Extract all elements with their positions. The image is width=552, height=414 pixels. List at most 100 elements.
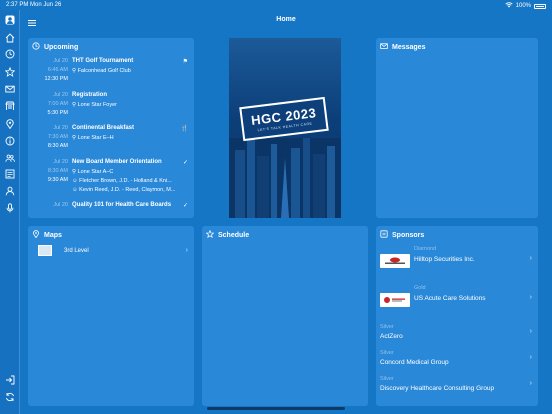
status-bar: 2:37 PM Mon Jun 26 100%	[0, 0, 552, 10]
chevron-right-icon: ›	[529, 354, 532, 361]
event-location: ⚲ Falconhead Golf Club	[72, 68, 131, 74]
maps-card: Maps 3rd Level ›	[28, 226, 194, 406]
event-speaker: ☺ Fletcher Brown, J.D. - Holland & Kni..…	[72, 178, 172, 184]
event-date: Jul 20	[53, 125, 68, 131]
sponsor-item[interactable]: Silver Concord Medical Group ›	[376, 350, 538, 372]
map-pin-icon[interactable]	[4, 118, 16, 130]
exhibitor-icon[interactable]	[4, 100, 16, 112]
check-icon: ✓	[182, 203, 188, 209]
sponsor-tier: Silver	[380, 350, 394, 356]
chevron-right-icon: ›	[529, 255, 532, 262]
event-item[interactable]: Jul 20 8:30 AM 9:30 AM New Board Member …	[32, 159, 190, 195]
upcoming-header[interactable]: Upcoming	[32, 42, 78, 52]
event-start: 7:30 AM	[47, 134, 68, 140]
sponsor-item[interactable]: Silver Discovery Healthcare Consulting G…	[376, 376, 538, 398]
sponsor-tier: Gold	[414, 285, 426, 291]
event-end: 8:30 AM	[47, 143, 68, 149]
event-name: Registration	[72, 92, 108, 98]
upcoming-card: Upcoming Jul 20 6:46 AM 12:30 PM THT Gol…	[28, 38, 194, 218]
battery-percent: 100%	[515, 3, 531, 9]
event-date: Jul 20	[53, 159, 68, 165]
flag-icon: ⚑	[182, 59, 188, 65]
chevron-right-icon: ›	[529, 328, 532, 335]
schedule-card[interactable]: Schedule	[202, 226, 368, 406]
schedule-header: Schedule	[205, 229, 249, 240]
status-time: 2:37 PM	[6, 2, 29, 8]
wifi-icon	[505, 2, 513, 10]
event-end: 12:30 PM	[44, 76, 68, 82]
chevron-right-icon: ›	[529, 294, 532, 301]
event-location: ⚲ Lone Star A–C	[72, 169, 114, 175]
map-label: 3rd Level	[64, 248, 89, 254]
event-start: 6:46 AM	[47, 67, 68, 73]
event-start: 7:00 AM	[47, 101, 68, 107]
sponsor-name: Concord Medical Group	[380, 359, 449, 366]
messages-title: Messages	[392, 43, 426, 51]
sponsor-name: US Acute Care Solutions	[414, 295, 486, 302]
home-icon[interactable]	[4, 32, 16, 44]
messages-header: Messages	[380, 42, 425, 52]
event-item[interactable]: Jul 20 Quality 101 for Health Care Board…	[32, 202, 190, 214]
sponsor-tier: Silver	[380, 324, 394, 330]
sponsors-header[interactable]: Sponsors	[380, 230, 424, 240]
event-item[interactable]: Jul 20 7:00 AM 5:30 PM Registration ⚲ Lo…	[32, 92, 190, 118]
sponsor-item[interactable]: Diamond Hilltop Securities Inc. ›	[376, 246, 538, 276]
event-name: New Board Member Orientation	[72, 159, 162, 165]
person-icon[interactable]	[4, 185, 16, 197]
logout-icon[interactable]	[4, 374, 16, 386]
event-location: ⚲ Lone Star Foyer	[72, 102, 117, 108]
top-bar: Home	[20, 10, 552, 30]
upcoming-title: Upcoming	[44, 43, 79, 51]
event-name: Continental Breakfast	[72, 125, 135, 131]
event-date: Jul 20	[53, 202, 68, 208]
event-location: ⚲ Lone Star E–H	[72, 135, 114, 141]
maps-header[interactable]: Maps	[32, 230, 62, 240]
hilltop-logo	[380, 254, 410, 268]
event-item[interactable]: Jul 20 7:30 AM 8:30 AM Continental Break…	[32, 125, 190, 151]
sponsor-tier: Silver	[380, 376, 394, 382]
chevron-right-icon: ›	[529, 380, 532, 387]
event-end: 9:30 AM	[47, 177, 68, 183]
maps-title: Maps	[44, 231, 62, 239]
sponsor-name: Hilltop Securities Inc.	[414, 256, 475, 263]
map-item[interactable]: 3rd Level ›	[32, 245, 188, 257]
chevron-right-icon: ›	[185, 247, 188, 254]
clock-icon[interactable]	[4, 48, 16, 60]
info-icon[interactable]	[4, 135, 16, 147]
event-start: 8:30 AM	[47, 168, 68, 174]
event-date: Jul 20	[53, 92, 68, 98]
status-date: Mon Jun 26	[30, 2, 62, 8]
messages-card[interactable]: Messages	[376, 38, 538, 218]
hero-banner[interactable]: HGC 2023 LET'S TALK HEALTH CARE	[229, 38, 341, 218]
sponsors-card: Sponsors Diamond Hilltop Securities Inc.…	[376, 226, 538, 406]
event-name: THT Golf Tournament	[72, 58, 134, 64]
survey-icon[interactable]	[4, 168, 16, 180]
mail-icon[interactable]	[4, 83, 16, 95]
event-speaker: ☺ Kevin Reed, J.D. - Reed, Claymon, M...	[72, 187, 176, 193]
page-title: Home	[276, 16, 296, 23]
check-icon: ✓	[182, 160, 188, 166]
clock-icon	[32, 42, 40, 52]
microphone-icon[interactable]	[4, 202, 16, 214]
event-name: Quality 101 for Health Care Boards	[72, 202, 172, 208]
star-icon[interactable]	[4, 66, 16, 78]
home-indicator[interactable]	[207, 407, 345, 410]
map-thumbnail	[38, 245, 52, 256]
sponsor-item[interactable]: Gold US Acute Care Solutions ›	[376, 285, 538, 315]
star-icon	[205, 229, 215, 240]
event-item[interactable]: Jul 20 6:46 AM 12:30 PM THT Golf Tournam…	[32, 58, 190, 84]
sponsor-name: ActZero	[380, 333, 403, 340]
sponsor-item[interactable]: Silver ActZero ›	[376, 324, 538, 346]
status-right: 100%	[505, 2, 546, 10]
sponsor-name: Discovery Healthcare Consulting Group	[380, 385, 495, 392]
people-icon[interactable]	[4, 152, 16, 164]
event-end: 5:30 PM	[47, 110, 68, 116]
sponsors-title: Sponsors	[392, 231, 425, 239]
sponsor-tier: Diamond	[414, 246, 437, 252]
sync-icon[interactable]	[4, 391, 16, 403]
us-acute-care-logo	[380, 293, 410, 307]
mail-icon	[380, 42, 388, 52]
fork-knife-icon: 🍴	[180, 126, 188, 132]
sponsor-badge-icon	[380, 230, 388, 240]
avatar-icon[interactable]	[4, 14, 16, 26]
